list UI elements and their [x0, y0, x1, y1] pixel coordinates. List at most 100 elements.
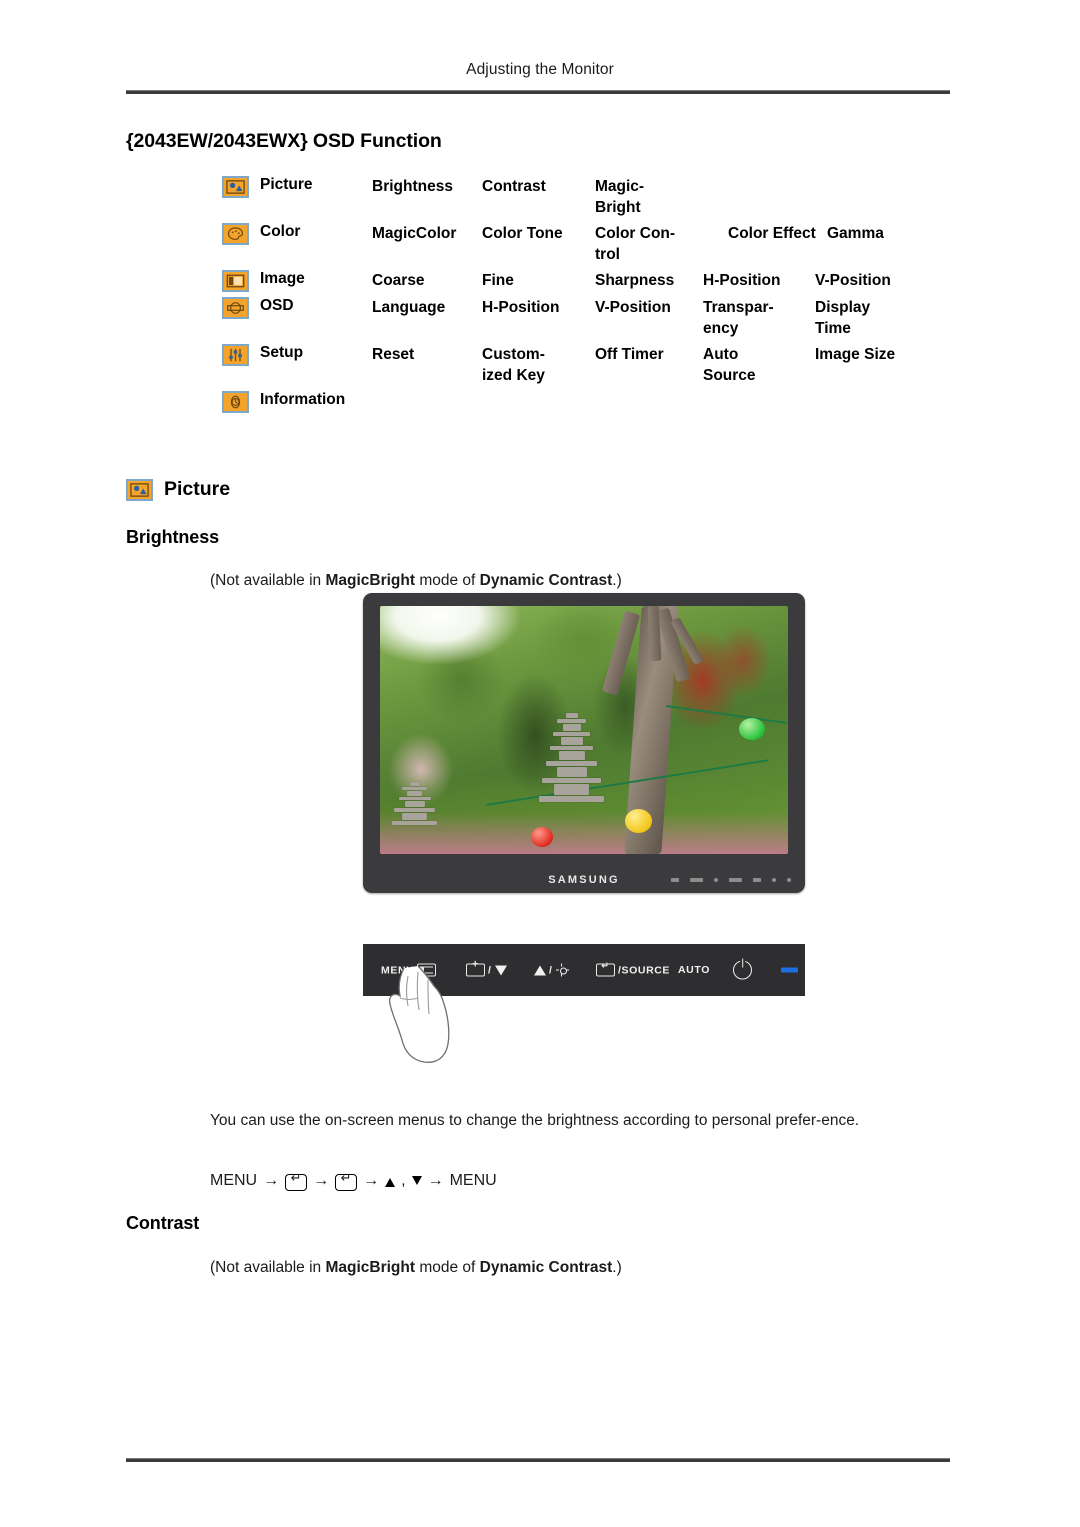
bezel-key[interactable] [690, 878, 703, 882]
arrow-icon: → [263, 1172, 280, 1189]
power-button[interactable] [733, 960, 752, 980]
table-row-category: Picture [222, 176, 372, 198]
bezel-button-row [671, 878, 791, 882]
brightness-sun-icon [555, 963, 569, 977]
note-bold-dynamic-contrast: Dynamic Contrast [479, 572, 613, 589]
enter-key-icon [335, 1170, 358, 1191]
led-indicator-icon [781, 967, 798, 973]
bezel-key[interactable] [729, 878, 742, 882]
table-cell: V-Position [815, 272, 891, 289]
table-row: Information [222, 391, 962, 413]
note-suffix: .) [612, 1259, 622, 1276]
red-lantern [530, 826, 553, 847]
table-row-category: Setup [222, 344, 372, 366]
yellow-lantern [624, 809, 652, 833]
table-cell: Display Time [815, 299, 871, 337]
note-bold-magicbright: MagicBright [325, 572, 416, 589]
table-row: OSD Language H-Position V-Position Trans… [222, 297, 962, 339]
header-divider [126, 90, 950, 94]
table-row-category-label: Information [260, 391, 346, 408]
monitor-screen-area [380, 606, 788, 854]
note-suffix: .) [612, 572, 622, 589]
note-bold-magicbright: MagicBright [325, 1259, 416, 1276]
brightness-menu-path: MENU → → → , → MENU [210, 1170, 497, 1191]
picture-icon [126, 478, 153, 501]
chevron-up-icon [534, 965, 546, 975]
table-cell: Magic- Bright [595, 178, 645, 216]
note-prefix: (Not available in [210, 1259, 326, 1276]
auto-button-label: AUTO [678, 964, 710, 976]
subsection-heading-brightness: Brightness [126, 527, 220, 547]
brightness-description: You can use the on-screen menus to chang… [210, 1112, 860, 1129]
chevron-up-icon [385, 1177, 396, 1187]
table-row-category: Image [222, 270, 372, 292]
source-button[interactable]: /SOURCE [596, 961, 671, 977]
table-cell: H-Position [703, 272, 781, 289]
samsung-logo: SAMSUNG [548, 874, 620, 886]
bezel-key[interactable] [714, 878, 718, 882]
note-middle: mode of [415, 572, 480, 589]
table-row: Image Coarse Fine Sharpness H-Position V… [222, 270, 962, 292]
image-icon [222, 270, 249, 292]
table-cell: MagicColor [372, 225, 457, 242]
table-cell: Fine [482, 272, 514, 289]
table-cell: V-Position [595, 299, 671, 316]
table-row-category: OSD [222, 297, 372, 319]
document-page: Adjusting the Monitor {2043EW/2043EWX} O… [0, 0, 1080, 1527]
arrow-icon: → [313, 1172, 330, 1189]
table-cell: Reset [372, 346, 415, 363]
table-cell: Sharpness [595, 272, 675, 289]
osd-menu-icon [222, 297, 249, 319]
color-icon [222, 223, 249, 245]
menu-path-end: MENU [449, 1172, 497, 1189]
up-button[interactable]: / [534, 963, 569, 977]
table-row-category: Information [222, 391, 372, 413]
arrow-icon: → [363, 1172, 380, 1189]
section-heading-label: Picture [164, 478, 231, 500]
table-cell: Auto Source [703, 346, 756, 384]
table-cell: Off Timer [595, 346, 664, 363]
screen-photo-garden [380, 606, 788, 854]
running-head: Adjusting the Monitor [466, 61, 614, 78]
power-icon [733, 960, 752, 980]
section-heading-picture: Picture [126, 478, 230, 501]
bezel-power-key[interactable] [772, 878, 776, 882]
chevron-down-icon [411, 1175, 422, 1185]
table-cell: Language [372, 299, 446, 316]
stone-pagoda-small [392, 782, 438, 826]
table-cell: Transpar-ency [703, 299, 774, 337]
table-row-category: Color [222, 223, 372, 245]
brightness-availability-note: (Not available in MagicBright mode of Dy… [210, 570, 622, 592]
bezel-key[interactable] [753, 878, 761, 882]
power-led [781, 967, 798, 973]
page-title: {2043EW/2043EWX} OSD Function [126, 130, 442, 152]
table-row: Picture Brightness Contrast Magic- Bright [222, 176, 962, 218]
table-row: Setup Reset Custom-ized Key Off Timer Au… [222, 344, 962, 386]
pointing-hand-illustration [388, 965, 450, 1063]
source-button-label: /SOURCE [618, 964, 671, 976]
table-cell: Color Effect [728, 225, 816, 242]
table-cell: Custom-ized Key [482, 346, 545, 384]
menu-path-comma: , [401, 1172, 406, 1189]
separator-label: / [549, 964, 553, 976]
note-middle: mode of [415, 1259, 480, 1276]
setup-icon [222, 344, 249, 366]
table-cell: H-Position [482, 299, 560, 316]
green-lantern [739, 717, 766, 740]
subsection-heading-contrast: Contrast [126, 1213, 200, 1233]
chevron-down-icon [494, 965, 507, 975]
table-row-category-label: Color [260, 223, 301, 240]
note-prefix: (Not available in [210, 572, 326, 589]
enter-box-icon [596, 961, 615, 977]
menu-path-start: MENU [210, 1172, 258, 1189]
table-cell: Contrast [482, 178, 546, 195]
monitor-bottom-bezel: SAMSUNG [363, 867, 805, 893]
bezel-key[interactable] [671, 878, 679, 882]
information-icon [222, 391, 249, 413]
table-cell: Gamma [827, 225, 884, 242]
contrast-availability-note: (Not available in MagicBright mode of Dy… [210, 1257, 622, 1279]
stone-pagoda [539, 712, 605, 803]
osd-function-table: Picture Brightness Contrast Magic- Bright… [222, 176, 962, 418]
table-cell: Color Tone [482, 225, 563, 242]
auto-button[interactable]: AUTO [678, 964, 710, 976]
